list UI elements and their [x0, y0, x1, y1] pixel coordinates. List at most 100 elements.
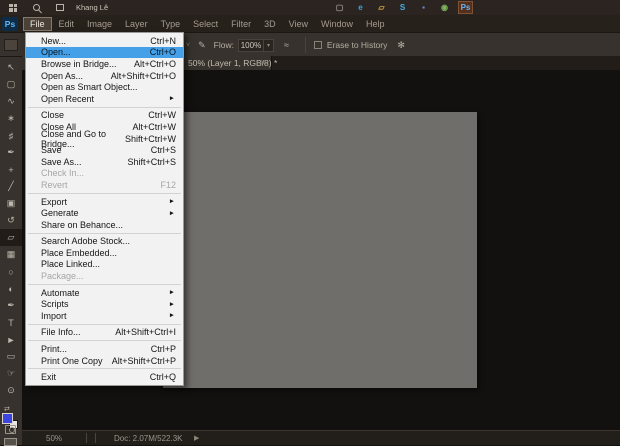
task-view-icon[interactable] [56, 4, 64, 11]
foreground-color-swatch[interactable] [2, 413, 13, 424]
rectangle-tool[interactable]: ▭ [0, 348, 22, 365]
menu-separator [28, 233, 181, 234]
windows-start-icon[interactable] [9, 4, 17, 12]
erase-to-history-label: Erase to History [327, 40, 387, 50]
move-tool[interactable]: ↖ [0, 59, 22, 76]
menubar-item-filter[interactable]: Filter [225, 18, 257, 30]
edge-browser-icon[interactable]: e [353, 1, 368, 14]
canvas[interactable] [163, 112, 477, 388]
file-menu-item-exit[interactable]: ExitCtrl+Q [26, 371, 183, 383]
hand-tool[interactable]: ☞ [0, 365, 22, 382]
file-menu-item-close-and-go-to-bridge[interactable]: Close and Go to Bridge...Shift+Ctrl+W [26, 133, 183, 145]
menu-item-label: Search Adobe Stock... [41, 236, 130, 246]
file-menu-item-place-linked[interactable]: Place Linked... [26, 259, 183, 271]
file-menu-item-print[interactable]: Print...Ctrl+P [26, 343, 183, 355]
file-menu-item-import[interactable]: Import► [26, 310, 183, 322]
file-menu-item-open-as-smart-object[interactable]: Open as Smart Object... [26, 81, 183, 93]
submenu-arrow-icon: ► [169, 198, 176, 205]
erase-to-history-checkbox[interactable] [314, 41, 322, 49]
quick-mask-icon[interactable] [5, 425, 16, 434]
menubar-item-help[interactable]: Help [360, 18, 391, 30]
file-menu-item-place-embedded[interactable]: Place Embedded... [26, 247, 183, 259]
brush-smoothing-icon[interactable]: ✻ [397, 40, 405, 51]
eraser-tool[interactable]: ▱ [0, 229, 22, 246]
file-menu-item-open[interactable]: Open...Ctrl+O [26, 47, 183, 59]
taskbar-app-icons: ▢ e ▱ S ▪ ◉ Ps [332, 0, 473, 15]
dodge-tool[interactable]: ◐ [0, 280, 22, 297]
menu-item-label: Open As... [41, 71, 83, 81]
menubar-item-view[interactable]: View [283, 18, 314, 30]
menu-item-label: Print... [41, 344, 67, 354]
chrome-icon[interactable]: ◉ [437, 1, 452, 14]
menu-item-shortcut: Ctrl+S [143, 145, 176, 155]
pinned-app2-icon[interactable]: ▪ [416, 1, 431, 14]
tab-close-icon[interactable]: × [260, 57, 265, 67]
file-menu-popup: New...Ctrl+NOpen...Ctrl+OBrowse in Bridg… [25, 32, 184, 386]
pen-tool[interactable]: ✒ [0, 297, 22, 314]
eyedropper-tool[interactable]: ✒ [0, 144, 22, 161]
spot-healing-brush-tool[interactable]: + [0, 161, 22, 178]
opacity-dropdown-caret-icon[interactable]: ˅ [186, 42, 190, 49]
menu-item-shortcut: Alt+Ctrl+W [124, 122, 176, 132]
gradient-tool[interactable]: ▦ [0, 246, 22, 263]
submenu-arrow-icon: ► [169, 312, 176, 319]
menu-item-label: Place Linked... [41, 259, 100, 269]
document-size-info: Doc: 2.07M/522.3K [114, 434, 182, 443]
menu-item-label: Open as Smart Object... [41, 82, 138, 92]
file-menu-item-open-recent[interactable]: Open Recent► [26, 93, 183, 105]
file-menu-item-share-on-behance[interactable]: Share on Behance... [26, 219, 183, 231]
blur-tool[interactable]: ○ [0, 263, 22, 280]
photoshop-taskbar-icon[interactable]: Ps [458, 1, 473, 14]
file-menu-item-generate[interactable]: Generate► [26, 207, 183, 219]
menu-item-label: File Info... [41, 327, 81, 337]
type-tool[interactable]: T [0, 314, 22, 331]
file-menu-item-automate[interactable]: Automate► [26, 287, 183, 299]
swap-colors-icon[interactable]: ⇄ [4, 405, 10, 413]
file-menu-item-export[interactable]: Export► [26, 196, 183, 208]
file-menu-item-save-as[interactable]: Save As...Shift+Ctrl+S [26, 156, 183, 168]
menu-separator [28, 284, 181, 285]
menu-item-label: Save As... [41, 157, 82, 167]
submenu-arrow-icon: ► [169, 95, 176, 102]
zoom-tool[interactable]: ⊙ [0, 382, 22, 399]
menubar-item-file[interactable]: File [23, 17, 52, 31]
brush-tool[interactable]: ╱ [0, 178, 22, 195]
zoom-level-value[interactable]: 50% [46, 434, 62, 443]
clone-stamp-tool[interactable]: ▣ [0, 195, 22, 212]
menubar-item-select[interactable]: Select [187, 18, 224, 30]
file-menu-item-file-info[interactable]: File Info...Alt+Shift+Ctrl+I [26, 327, 183, 339]
path-selection-tool[interactable]: ► [0, 331, 22, 348]
statusbar-flyout-icon[interactable]: ▶ [194, 434, 199, 442]
menubar-item-window[interactable]: Window [315, 18, 359, 30]
taskbar: Khang Lê ▢e▱S▪◉Ps [0, 0, 620, 15]
quick-selection-tool[interactable]: ∗ [0, 110, 22, 127]
menu-bar: Ps FileEditImageLayerTypeSelectFilter3DV… [0, 15, 620, 32]
crop-tool[interactable]: ♯ [0, 127, 22, 144]
menubar-item-type[interactable]: Type [155, 18, 187, 30]
pressure-opacity-icon[interactable]: ✎ [198, 40, 206, 51]
flow-dropdown-icon[interactable]: ▾ [264, 39, 274, 52]
file-menu-item-print-one-copy[interactable]: Print One CopyAlt+Shift+Ctrl+P [26, 355, 183, 367]
menubar-item-layer[interactable]: Layer [119, 18, 154, 30]
menubar-item-edit[interactable]: Edit [53, 18, 81, 30]
file-menu-item-scripts[interactable]: Scripts► [26, 298, 183, 310]
airbrush-icon[interactable]: ≈ [284, 40, 289, 50]
flow-value-input[interactable]: 100% [238, 39, 264, 52]
skype-icon[interactable]: S [395, 1, 410, 14]
lasso-tool[interactable]: ∿ [0, 93, 22, 110]
history-brush-tool[interactable]: ↺ [0, 212, 22, 229]
file-menu-item-browse-in-bridge[interactable]: Browse in Bridge...Alt+Ctrl+O [26, 58, 183, 70]
menubar-item-image[interactable]: Image [81, 18, 118, 30]
rectangular-marquee-tool[interactable]: ▢ [0, 76, 22, 93]
tool-preset-icon[interactable] [4, 39, 18, 51]
menu-item-label: Close [41, 110, 64, 120]
file-menu-item-open-as[interactable]: Open As...Alt+Shift+Ctrl+O [26, 70, 183, 82]
pinned-app-icon[interactable]: ▢ [332, 1, 347, 14]
file-menu-item-search-adobe-stock[interactable]: Search Adobe Stock... [26, 236, 183, 248]
menubar-item-3d[interactable]: 3D [258, 18, 282, 30]
search-icon[interactable] [33, 4, 40, 11]
file-explorer-icon[interactable]: ▱ [374, 1, 389, 14]
file-menu-item-new[interactable]: New...Ctrl+N [26, 35, 183, 47]
file-menu-item-close[interactable]: CloseCtrl+W [26, 110, 183, 122]
menu-item-shortcut: F12 [152, 180, 176, 190]
